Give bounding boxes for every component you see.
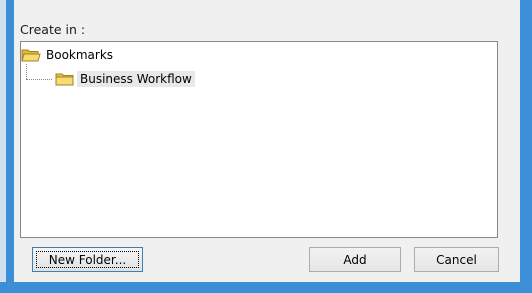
dialog-window: Create in : Bookmarks Business Workflow (0, 0, 532, 293)
window-bottom-frame (0, 282, 532, 293)
cancel-button-label: Cancel (436, 252, 477, 267)
tree-connector-vertical (26, 64, 27, 79)
new-folder-button[interactable]: New Folder... (32, 247, 143, 272)
tree-item-label: Business Workflow (77, 71, 195, 87)
create-in-label: Create in : (20, 22, 86, 37)
tree-item-bookmarks[interactable]: Bookmarks (21, 46, 116, 64)
tree-connector-horizontal (26, 79, 52, 80)
window-left-frame (0, 0, 14, 293)
add-button-label: Add (343, 252, 367, 267)
folder-icon (55, 71, 75, 87)
window-right-frame (520, 0, 532, 282)
folder-open-icon (21, 47, 41, 63)
add-button[interactable]: Add (309, 247, 401, 272)
tree-item-label: Bookmarks (46, 48, 114, 62)
focus-ring (36, 251, 139, 268)
tree-item-business-workflow[interactable]: Business Workflow (55, 70, 195, 88)
cancel-button[interactable]: Cancel (414, 247, 499, 272)
folder-tree[interactable]: Bookmarks Business Workflow (20, 41, 498, 238)
